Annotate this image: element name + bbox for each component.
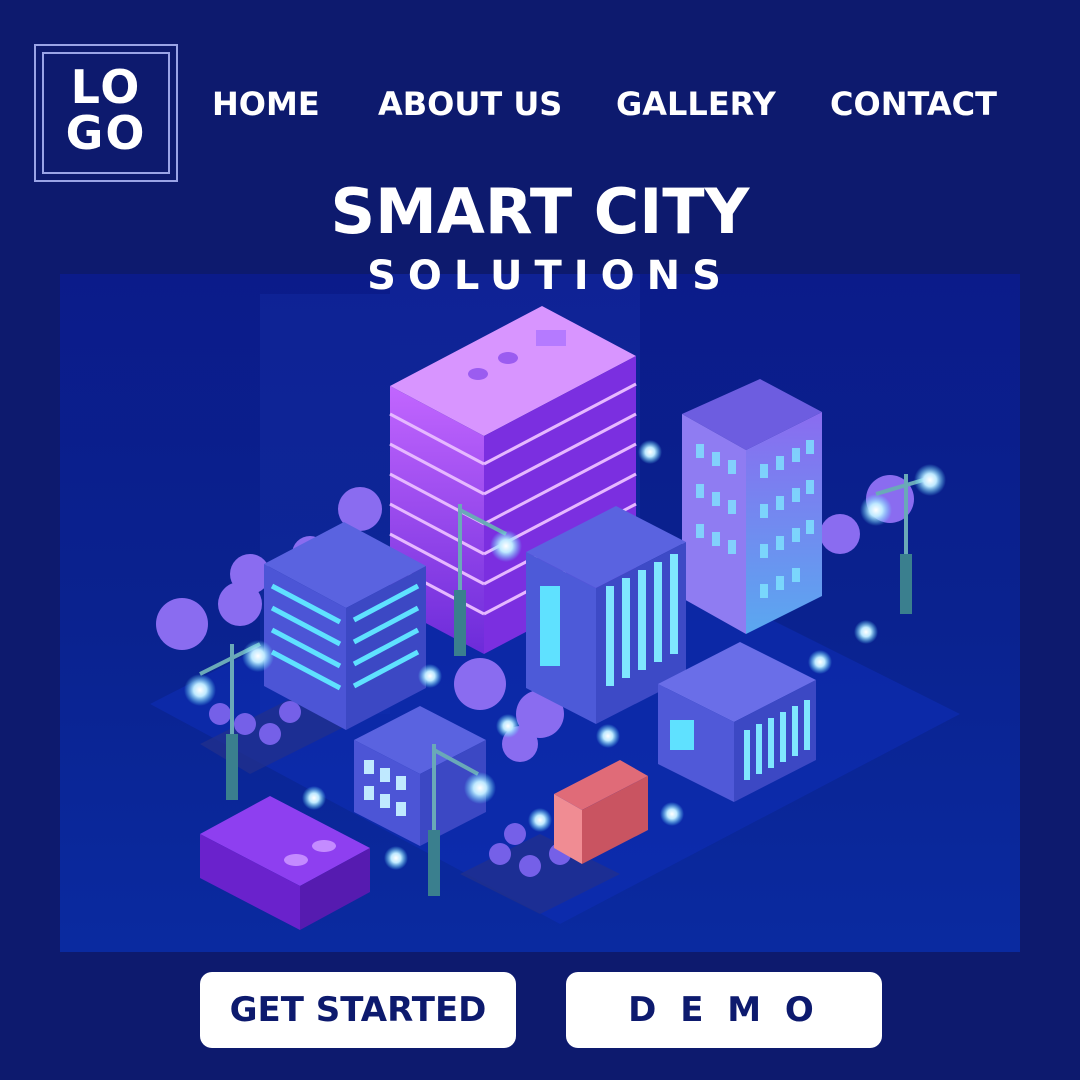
main-nav: HOME ABOUT US GALLERY CONTACT (0, 84, 1080, 124)
nav-item-contact[interactable]: CONTACT (830, 84, 997, 124)
demo-button[interactable]: D E M O (566, 972, 882, 1048)
nav-item-gallery[interactable]: GALLERY (616, 84, 776, 124)
nav-item-about-us[interactable]: ABOUT US (378, 84, 562, 124)
hero-subtitle: SOLUTIONS (367, 253, 733, 299)
nav-item-home[interactable]: HOME (212, 84, 320, 124)
get-started-button[interactable]: GET STARTED (200, 972, 516, 1048)
hero-illustration (60, 274, 1020, 952)
hero-title: SMART CITY (330, 175, 750, 248)
city-illustration-icon (150, 274, 960, 930)
